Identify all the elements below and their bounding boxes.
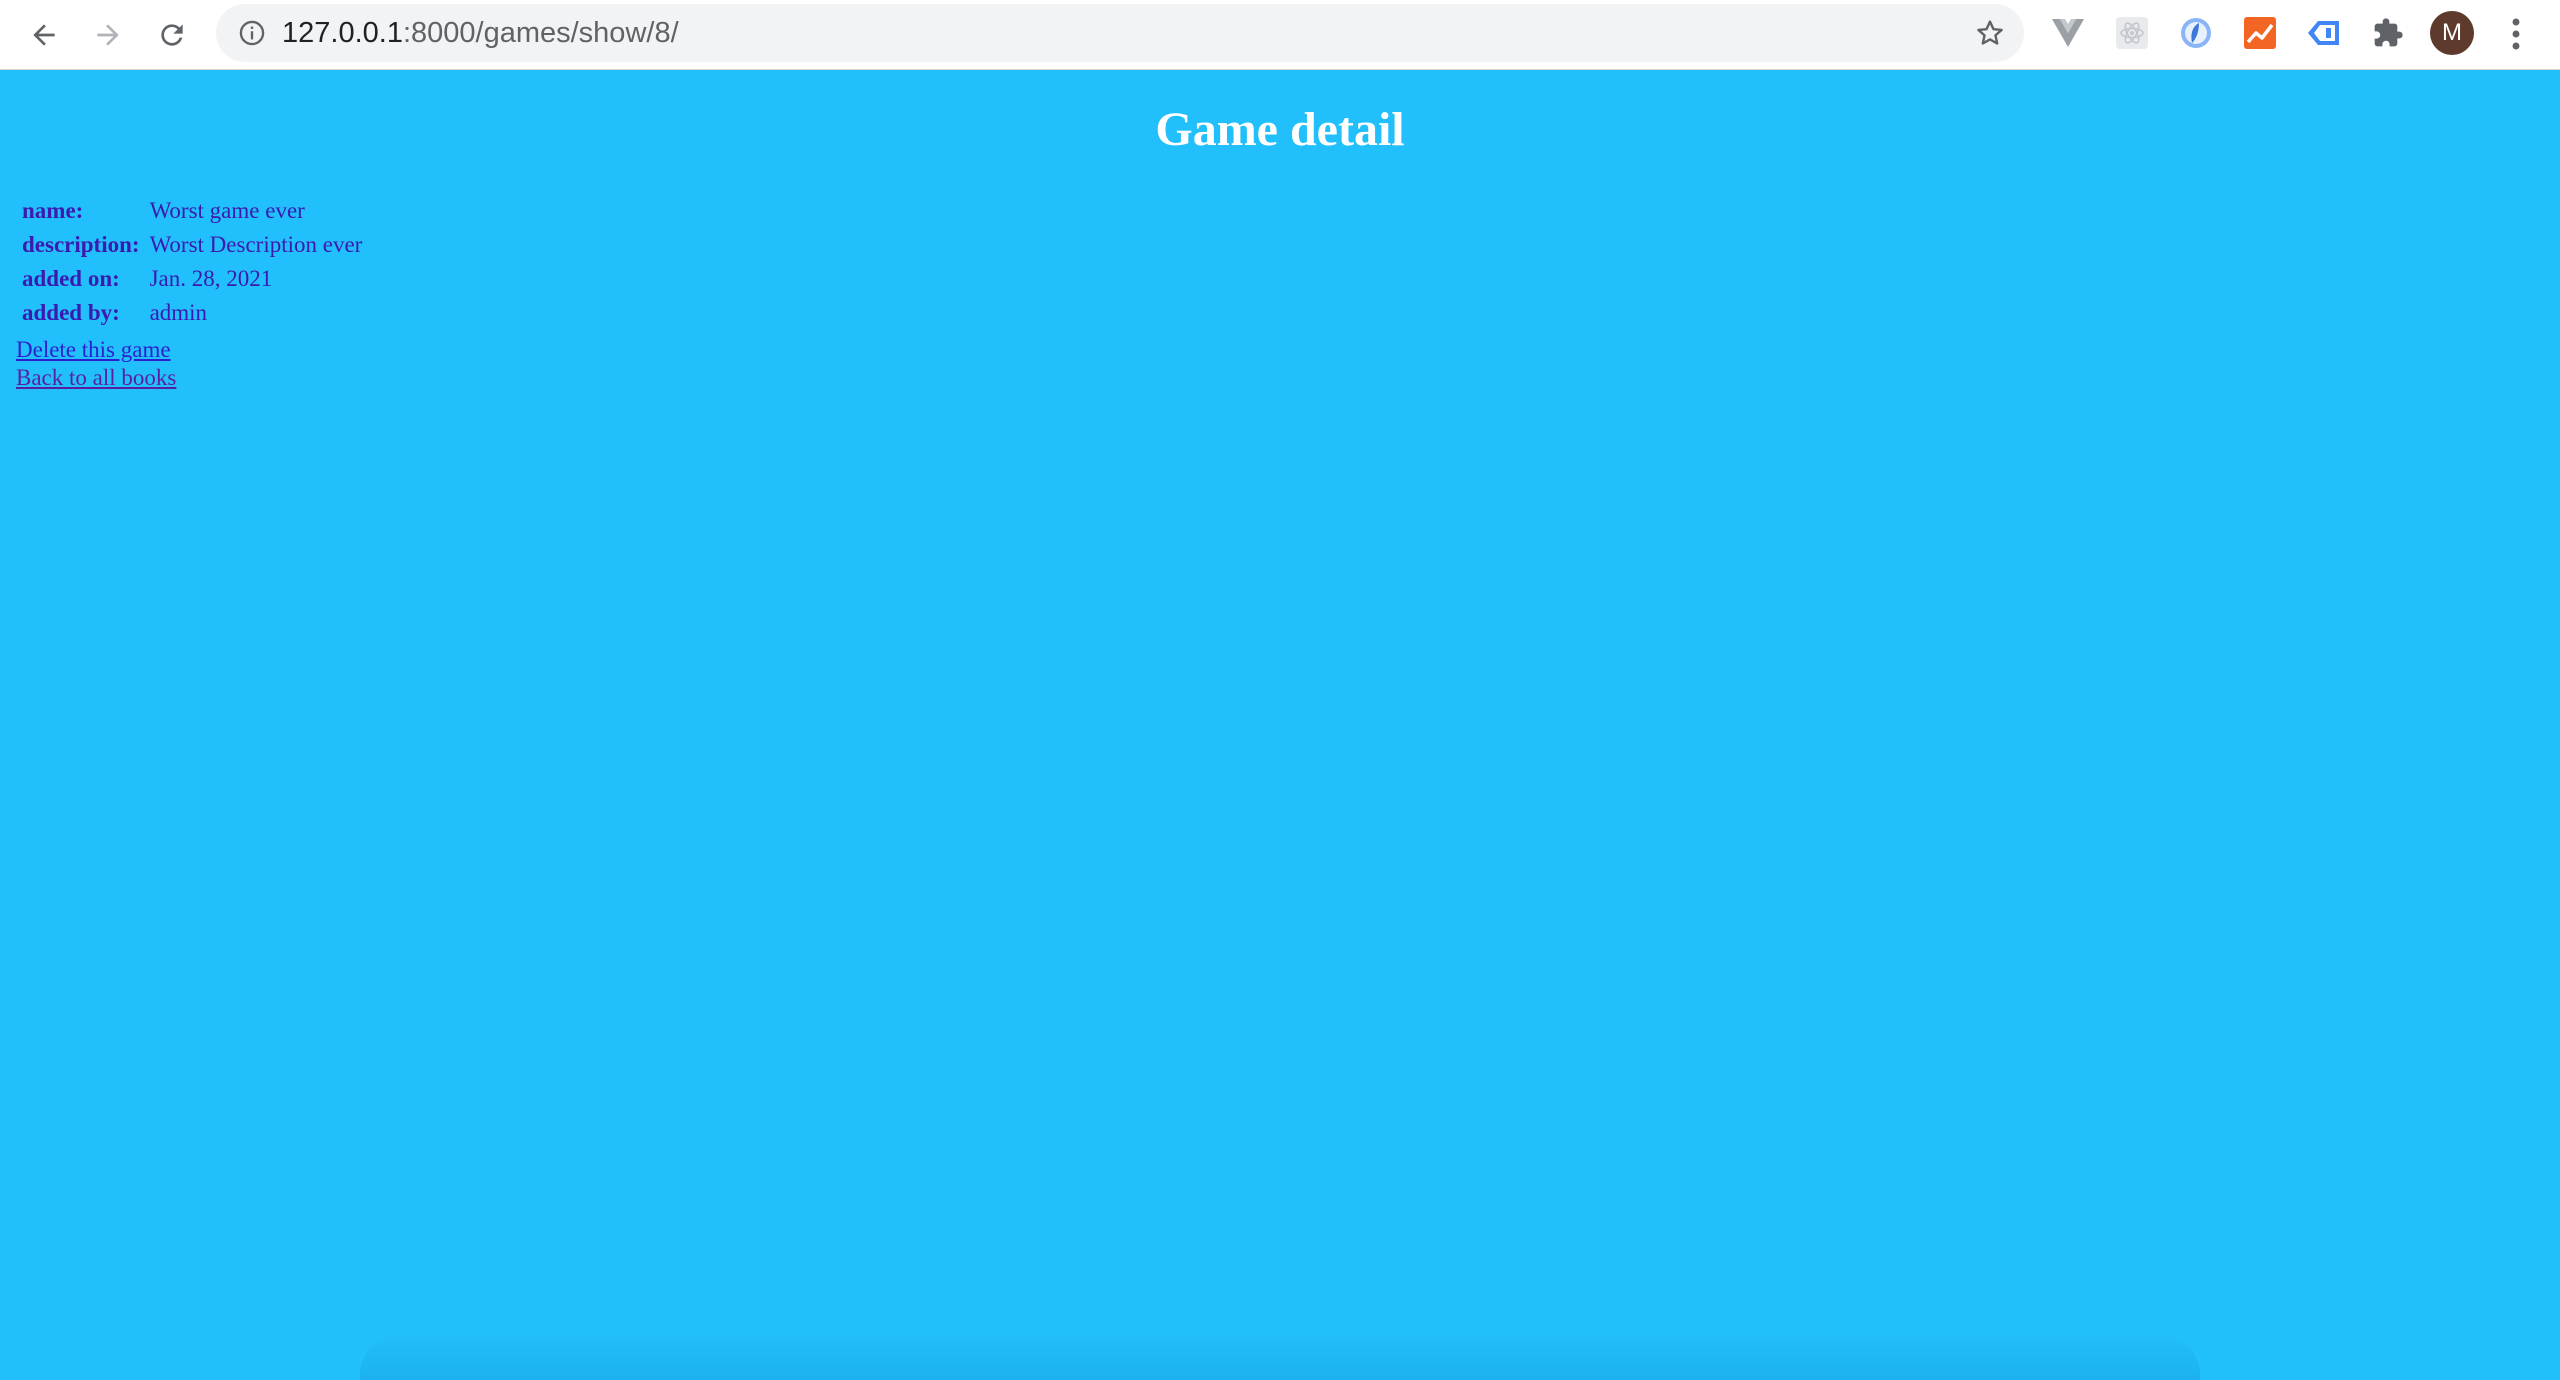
arrow-right-icon — [97, 24, 119, 46]
extension-analytics[interactable] — [2242, 15, 2278, 51]
page-title: Game detail — [1155, 103, 1405, 156]
extension-blue-circle[interactable] — [2178, 15, 2214, 51]
detail-label: added on: — [22, 266, 120, 291]
reload-button[interactable] — [148, 11, 196, 59]
detail-row-added-on: added on: Jan. 28, 2021 — [22, 264, 362, 294]
detail-value: admin — [149, 300, 208, 325]
url-text[interactable]: 127.0.0.1:8000/games/show/8/ — [282, 17, 679, 49]
react-devtools-icon — [2116, 17, 2148, 49]
star-icon[interactable] — [1974, 17, 2006, 49]
url-path: :8000/games/show/8/ — [402, 17, 679, 49]
detail-value: Jan. 28, 2021 — [149, 266, 273, 291]
more-vert-icon[interactable] — [2500, 14, 2532, 54]
game-detail-table: name: Worst game ever description: Worst… — [16, 192, 368, 332]
detail-label: added by: — [22, 300, 120, 325]
ext-tag-icon — [2308, 21, 2339, 45]
detail-row-description: description: Worst Description ever — [22, 230, 362, 260]
detail-value: Worst Description ever — [149, 232, 363, 257]
arrow-left-icon — [33, 24, 55, 46]
back-to-books-link[interactable]: Back to all books — [16, 364, 176, 392]
ext-analytics-icon — [2244, 17, 2276, 49]
extension-tag[interactable] — [2306, 15, 2342, 51]
vue-devtools-icon — [2052, 19, 2084, 47]
forward-button[interactable] — [84, 11, 132, 59]
extension-react[interactable] — [2114, 15, 2150, 51]
address-bar[interactable]: 127.0.0.1:8000/games/show/8/ — [216, 4, 2024, 62]
bottom-shadow — [360, 1335, 2200, 1380]
puzzle-icon — [2374, 18, 2403, 47]
detail-value: Worst game ever — [149, 198, 305, 223]
info-icon[interactable] — [238, 19, 266, 47]
delete-game-link[interactable]: Delete this game — [16, 336, 176, 364]
browser-toolbar: 127.0.0.1:8000/games/show/8/ M — [0, 0, 2560, 70]
action-links: Delete this game Back to all books — [16, 336, 176, 392]
url-host: 127.0.0.1 — [282, 17, 403, 49]
profile-avatar[interactable]: M — [2430, 11, 2474, 55]
detail-label: description: — [22, 232, 140, 257]
back-button[interactable] — [20, 11, 68, 59]
detail-row-added-by: added by: admin — [22, 298, 362, 328]
extension-vue[interactable] — [2050, 15, 2086, 51]
detail-label: name: — [22, 198, 84, 223]
extensions-button[interactable] — [2370, 15, 2406, 51]
detail-row-name: name: Worst game ever — [22, 196, 362, 226]
reload-icon — [161, 24, 183, 46]
ext-blue-circle-icon — [2181, 18, 2211, 48]
